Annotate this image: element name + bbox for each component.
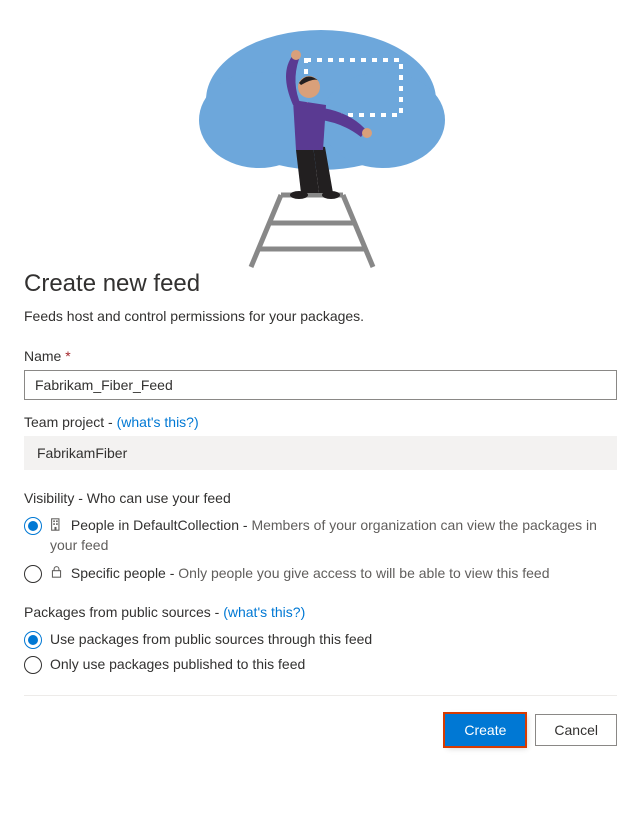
footer-divider (24, 695, 617, 696)
dialog-subtitle: Feeds host and control permissions for y… (24, 308, 617, 324)
visibility-option-org[interactable]: People in DefaultCollection - Members of… (50, 516, 617, 556)
public-sources-label: Packages from public sources - (what's t… (24, 604, 617, 620)
public-sources-help-link[interactable]: (what's this?) (223, 604, 305, 620)
name-label: Name * (24, 348, 617, 364)
public-sources-option-use[interactable]: Use packages from public sources through… (50, 630, 617, 650)
create-button[interactable]: Create (445, 714, 525, 746)
visibility-option-specific[interactable]: Specific people - Only people you give a… (50, 564, 617, 584)
visibility-radio-org[interactable] (24, 517, 42, 535)
visibility-radio-specific[interactable] (24, 565, 42, 583)
public-sources-radio-only[interactable] (24, 656, 42, 674)
team-project-help-link[interactable]: (what's this?) (117, 414, 199, 430)
dialog-title: Create new feed (24, 270, 617, 298)
team-project-value: FabrikamFiber (24, 436, 617, 470)
name-input[interactable] (24, 370, 617, 400)
required-marker: * (65, 348, 70, 364)
public-sources-option-only[interactable]: Only use packages published to this feed (50, 655, 617, 675)
org-icon (50, 517, 63, 537)
hero-illustration (0, 0, 641, 270)
cancel-button[interactable]: Cancel (535, 714, 617, 746)
visibility-label: Visibility - Who can use your feed (24, 490, 617, 506)
lock-icon (50, 564, 63, 584)
public-sources-radio-use[interactable] (24, 631, 42, 649)
cloud-painter-illustration (151, 5, 491, 270)
team-project-label: Team project - (what's this?) (24, 414, 617, 430)
